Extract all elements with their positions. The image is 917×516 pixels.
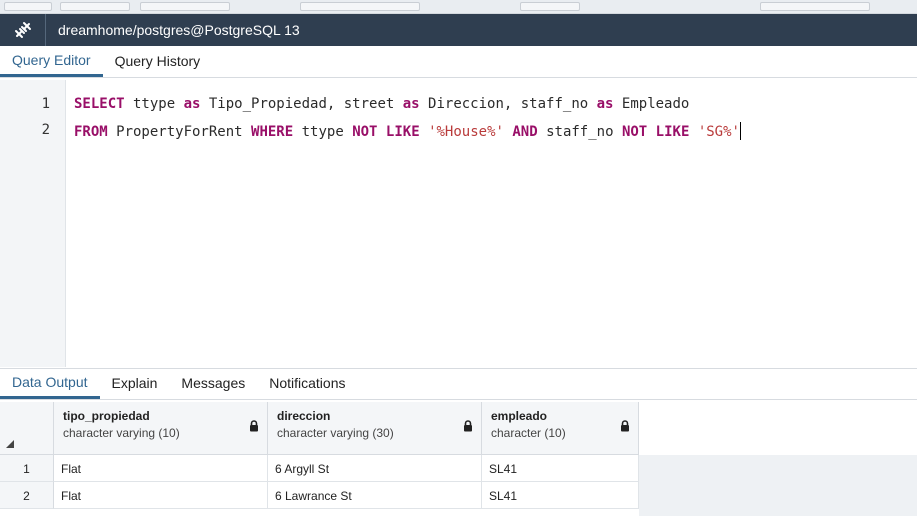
code-text: ttype	[124, 96, 184, 112]
string-literal: 'SG%'	[697, 124, 740, 140]
keyword: FROM	[74, 124, 108, 140]
code-text: ttype	[293, 124, 353, 140]
row-number[interactable]: 1	[0, 455, 54, 482]
lock-icon	[621, 420, 629, 432]
strip-segment	[4, 2, 52, 11]
code-text: Direccion, staff_no	[419, 96, 597, 112]
text-cursor	[739, 122, 741, 140]
window-title: dreamhome/postgres@PostgreSQL 13	[58, 22, 300, 38]
column-header-tipo-propiedad[interactable]: tipo_propiedad character varying (10)	[54, 402, 268, 455]
lock-icon	[464, 420, 472, 432]
tab-data-output[interactable]: Data Output	[0, 367, 100, 399]
code-line-2[interactable]: FROM PropertyForRent WHERE ttype NOT LIK…	[74, 122, 741, 140]
tab-notifications[interactable]: Notifications	[257, 367, 357, 399]
result-tabs: Data Output Explain Messages Notificatio…	[0, 368, 917, 400]
row-number[interactable]: 2	[0, 482, 54, 509]
table-cell[interactable]: SL41	[482, 455, 639, 482]
grid-empty-area	[639, 455, 917, 516]
column-type: character (10)	[491, 426, 566, 440]
column-name: empleado	[491, 409, 548, 423]
keyword: as	[402, 96, 420, 112]
table-cell[interactable]: Flat	[54, 455, 268, 482]
grid-corner[interactable]	[0, 402, 54, 455]
column-header-direccion[interactable]: direccion character varying (30)	[268, 402, 482, 455]
line-number: 2	[41, 122, 50, 138]
strip-segment	[760, 2, 870, 11]
tab-messages[interactable]: Messages	[169, 367, 257, 399]
sort-corner-icon	[6, 440, 14, 448]
keyword: SELECT	[74, 96, 125, 112]
column-type: character varying (30)	[277, 426, 394, 440]
column-header-empleado[interactable]: empleado character (10)	[482, 402, 639, 455]
keyword: WHERE	[251, 124, 294, 140]
strip-segment	[60, 2, 130, 11]
keyword: NOT LIKE	[352, 124, 420, 140]
table-cell[interactable]: 6 Argyll St	[268, 455, 482, 482]
tab-explain[interactable]: Explain	[100, 367, 170, 399]
keyword: as	[596, 96, 614, 112]
data-output-grid: tipo_propiedad character varying (10) di…	[0, 402, 917, 516]
table-cell[interactable]: SL41	[482, 482, 639, 509]
tab-query-editor[interactable]: Query Editor	[0, 45, 103, 77]
code-text: Empleado	[613, 96, 690, 112]
line-number-gutter: 1 2	[0, 80, 66, 367]
lock-icon	[250, 420, 258, 432]
query-tool-titlebar: dreamhome/postgres@PostgreSQL 13	[0, 14, 917, 46]
keyword: NOT LIKE	[621, 124, 690, 140]
sql-editor[interactable]: 1 2 SELECT ttype as Tipo_Propiedad, stre…	[0, 80, 917, 367]
code-line-1[interactable]: SELECT ttype as Tipo_Propiedad, street a…	[74, 96, 689, 112]
column-type: character varying (10)	[63, 426, 180, 440]
string-literal: '%House%'	[428, 124, 504, 140]
keyword: AND	[512, 124, 538, 140]
top-tab-strip	[0, 0, 917, 14]
code-text: PropertyForRent	[107, 124, 252, 140]
code-text: staff_no	[537, 124, 622, 140]
column-name: direccion	[277, 409, 331, 423]
strip-segment	[520, 2, 580, 11]
connection-plug-icon[interactable]	[0, 14, 46, 46]
tab-query-history[interactable]: Query History	[103, 45, 213, 77]
line-number: 1	[41, 96, 50, 112]
code-text: Tipo_Propiedad, street	[200, 96, 403, 112]
column-name: tipo_propiedad	[63, 409, 150, 423]
table-cell[interactable]: 6 Lawrance St	[268, 482, 482, 509]
table-cell[interactable]: Flat	[54, 482, 268, 509]
strip-segment	[300, 2, 420, 11]
keyword: as	[183, 96, 201, 112]
editor-tabs: Query Editor Query History	[0, 46, 917, 78]
strip-segment	[140, 2, 230, 11]
